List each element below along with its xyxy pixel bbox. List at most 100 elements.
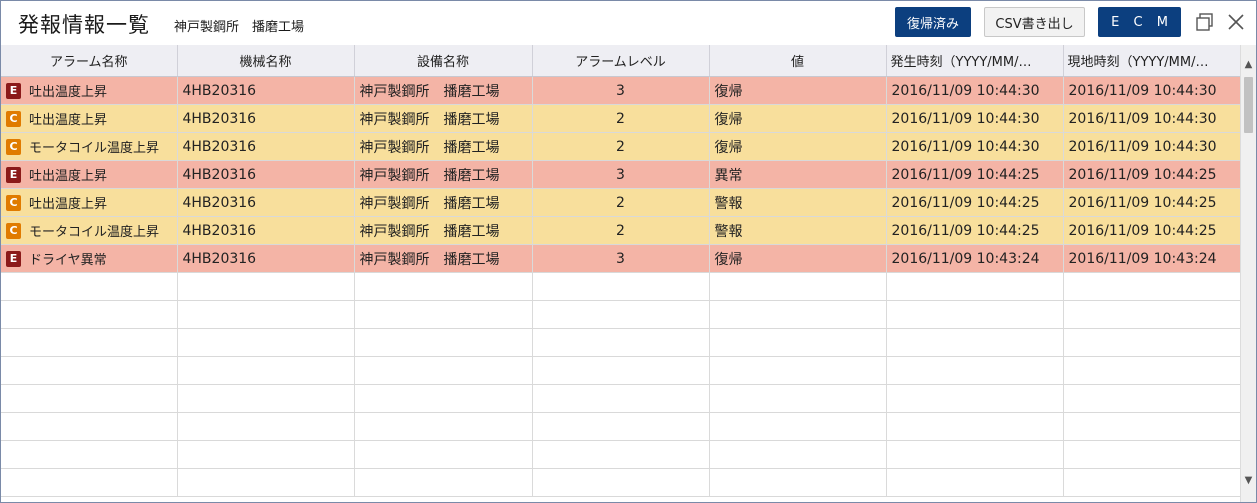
empty-row: [1, 384, 1240, 413]
column-header-value[interactable]: 値: [709, 45, 887, 77]
cell-machine: 4HB20316: [177, 244, 355, 273]
cell-occurred: 2016/11/09 10:44:25: [886, 216, 1064, 245]
empty-cell: [709, 300, 887, 329]
cell-facility: 神戸製鋼所 播磨工場: [354, 244, 533, 273]
empty-cell: [886, 440, 1064, 469]
table-row[interactable]: E 吐出温度上昇 4HB20316 神戸製鋼所 播磨工場 3 復帰 2016/11/09 1…: [1, 76, 1240, 105]
empty-cell: [532, 272, 710, 301]
column-header-occurred-time[interactable]: 発生時刻（YYYY/MM/…: [886, 45, 1064, 77]
alarm-name-text: モータコイル温度上昇: [29, 141, 160, 156]
csv-export-button[interactable]: CSV書き出し: [984, 7, 1085, 37]
alarm-list-window: 発報情報一覧 神戸製鋼所 播磨工場 復帰済み CSV書き出し E C M アラー…: [0, 0, 1257, 503]
empty-cell: [1063, 384, 1240, 413]
error-badge-icon: E: [6, 82, 21, 99]
cell-local: 2016/11/09 10:43:24: [1063, 244, 1240, 273]
alarm-name-text: ドライヤ異常: [29, 253, 107, 268]
cell-facility: 神戸製鋼所 播磨工場: [354, 160, 533, 189]
column-header-alarm-name[interactable]: アラーム名称: [1, 45, 178, 77]
cell-value: 異常: [709, 160, 887, 189]
cell-local: 2016/11/09 10:44:25: [1063, 188, 1240, 217]
cell-alarm-name: C 吐出温度上昇: [1, 104, 178, 133]
filter-c-button[interactable]: C: [1133, 15, 1142, 30]
alarm-name-text: 吐出温度上昇: [29, 113, 108, 128]
column-header-machine-name[interactable]: 機械名称: [177, 45, 355, 77]
empty-cell: [886, 272, 1064, 301]
cell-machine: 4HB20316: [177, 104, 355, 133]
scrollbar-thumb[interactable]: [1244, 77, 1253, 133]
close-icon[interactable]: [1225, 11, 1247, 33]
cell-machine: 4HB20316: [177, 76, 355, 105]
empty-cell: [354, 468, 533, 497]
empty-cell: [1, 300, 178, 329]
empty-cell: [177, 412, 355, 441]
table-row[interactable]: C 吐出温度上昇 4HB20316 神戸製鋼所 播磨工場 2 警報 2016/11/09 1…: [1, 188, 1240, 217]
cell-machine: 4HB20316: [177, 216, 355, 245]
cell-local: 2016/11/09 10:44:30: [1063, 132, 1240, 161]
error-badge-icon: E: [6, 250, 21, 267]
cell-local: 2016/11/09 10:44:25: [1063, 160, 1240, 189]
alarm-name-text: 吐出温度上昇: [29, 85, 108, 100]
caution-badge-icon: C: [6, 110, 21, 127]
chevron-down-icon[interactable]: ▼: [1241, 473, 1256, 489]
empty-cell: [532, 328, 710, 357]
empty-cell: [532, 384, 710, 413]
empty-cell: [1, 384, 178, 413]
chevron-up-icon[interactable]: ▲: [1241, 57, 1256, 73]
table-header-row: アラーム名称 機械名称 設備名称 アラームレベル 値 発生時刻（YYYY/MM/…: [1, 45, 1240, 77]
empty-cell: [532, 300, 710, 329]
empty-cell: [709, 328, 887, 357]
caution-badge-icon: C: [6, 194, 21, 211]
empty-cell: [1, 440, 178, 469]
restored-button[interactable]: 復帰済み: [895, 7, 971, 37]
error-badge-icon: E: [6, 166, 21, 183]
cell-value: 復帰: [709, 104, 887, 133]
empty-cell: [1063, 440, 1240, 469]
cell-local: 2016/11/09 10:44:25: [1063, 216, 1240, 245]
column-header-local-time[interactable]: 現地時刻（YYYY/MM/…: [1063, 45, 1240, 77]
cell-level: 2: [532, 132, 710, 161]
empty-cell: [709, 468, 887, 497]
empty-cell: [886, 384, 1064, 413]
empty-row: [1, 300, 1240, 329]
alarm-name-text: 吐出温度上昇: [29, 169, 108, 184]
empty-cell: [1063, 356, 1240, 385]
empty-cell: [1, 328, 178, 357]
cell-level: 3: [532, 76, 710, 105]
table-row[interactable]: C モータコイル温度上昇 4HB20316 神戸製鋼所 播磨工場 2 警報 2016/11/…: [1, 216, 1240, 245]
empty-cell: [177, 384, 355, 413]
cell-occurred: 2016/11/09 10:44:25: [886, 188, 1064, 217]
cell-value: 警報: [709, 216, 887, 245]
empty-cell: [1063, 468, 1240, 497]
empty-row: [1, 468, 1240, 497]
cell-alarm-name: E 吐出温度上昇: [1, 160, 178, 189]
empty-cell: [532, 440, 710, 469]
table-row[interactable]: E 吐出温度上昇 4HB20316 神戸製鋼所 播磨工場 3 異常 2016/11/09 1…: [1, 160, 1240, 189]
empty-cell: [709, 440, 887, 469]
column-header-facility-name[interactable]: 設備名称: [354, 45, 533, 77]
cell-facility: 神戸製鋼所 播磨工場: [354, 216, 533, 245]
table-row[interactable]: E ドライヤ異常 4HB20316 神戸製鋼所 播磨工場 3 復帰 2016/11/09 1…: [1, 244, 1240, 273]
cell-value: 警報: [709, 188, 887, 217]
empty-cell: [1063, 412, 1240, 441]
filter-e-button[interactable]: E: [1111, 15, 1119, 30]
cell-local: 2016/11/09 10:44:30: [1063, 76, 1240, 105]
empty-cell: [354, 440, 533, 469]
cell-machine: 4HB20316: [177, 132, 355, 161]
empty-row: [1, 412, 1240, 441]
titlebar: 発報情報一覧 神戸製鋼所 播磨工場 復帰済み CSV書き出し E C M: [1, 1, 1256, 45]
table-row[interactable]: C 吐出温度上昇 4HB20316 神戸製鋼所 播磨工場 2 復帰 2016/11/09 1…: [1, 104, 1240, 133]
empty-cell: [709, 272, 887, 301]
empty-row: [1, 440, 1240, 469]
vertical-scrollbar[interactable]: ▲ ▼: [1240, 45, 1256, 502]
cell-level: 3: [532, 160, 710, 189]
column-header-alarm-level[interactable]: アラームレベル: [532, 45, 710, 77]
table-row[interactable]: C モータコイル温度上昇 4HB20316 神戸製鋼所 播磨工場 2 復帰 2016/11/…: [1, 132, 1240, 161]
empty-row: [1, 272, 1240, 301]
restore-window-icon[interactable]: [1194, 11, 1216, 33]
empty-cell: [886, 468, 1064, 497]
empty-cell: [177, 300, 355, 329]
alarm-table: アラーム名称 機械名称 設備名称 アラームレベル 値 発生時刻（YYYY/MM/…: [1, 45, 1240, 502]
filter-m-button[interactable]: M: [1157, 15, 1168, 30]
empty-cell: [1063, 272, 1240, 301]
cell-value: 復帰: [709, 132, 887, 161]
